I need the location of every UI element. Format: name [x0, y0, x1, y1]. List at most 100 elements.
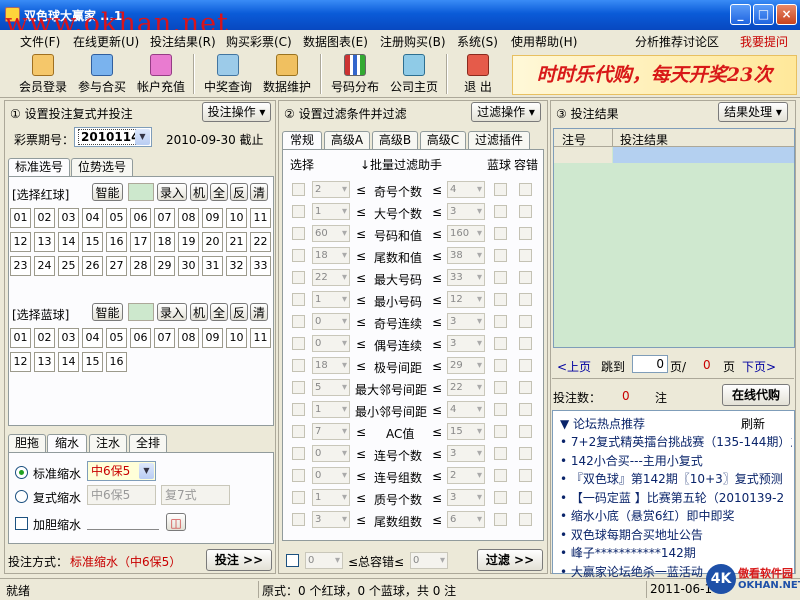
total-tolerance-min[interactable]: 0 — [305, 552, 343, 569]
menu-help[interactable]: 使用帮助(H) — [511, 33, 577, 50]
filter-blue-checkbox[interactable] — [494, 293, 507, 306]
blue-ball-10[interactable]: 10 — [226, 328, 247, 348]
red-enter-button[interactable]: 录入 — [157, 183, 187, 201]
filter-blue-checkbox[interactable] — [494, 381, 507, 394]
tab-advanced-a[interactable]: 高级A — [324, 131, 370, 149]
red-ball-18[interactable]: 18 — [154, 232, 175, 252]
filter-enable-checkbox[interactable] — [292, 403, 305, 416]
filter-min-select[interactable]: 1 — [312, 203, 350, 220]
page-input[interactable]: 0 — [632, 355, 668, 373]
filter-blue-checkbox[interactable] — [494, 469, 507, 482]
promo-banner[interactable]: 时时乐代购，每天开奖23次 — [512, 55, 797, 95]
multi-reduce-radio[interactable] — [15, 490, 28, 503]
filter-tolerance-checkbox[interactable] — [519, 403, 532, 416]
col-batch-helper[interactable]: ↓批量过滤助手 — [360, 156, 442, 173]
period-select[interactable]: 2010114 ▼ — [74, 127, 152, 147]
red-invert-button[interactable]: 反 — [230, 183, 248, 201]
results-table[interactable]: 注号 投注结果 — [553, 128, 795, 348]
filter-max-select[interactable]: 15 — [447, 423, 485, 440]
red-ball-20[interactable]: 20 — [202, 232, 223, 252]
filter-min-select[interactable]: 7 — [312, 423, 350, 440]
bold-reduce-checkbox[interactable] — [15, 517, 28, 530]
filter-max-select[interactable]: 3 — [447, 313, 485, 330]
filter-blue-checkbox[interactable] — [494, 491, 507, 504]
online-buy-button[interactable]: 在线代购 — [722, 384, 790, 406]
filter-blue-checkbox[interactable] — [494, 271, 507, 284]
red-ball-13[interactable]: 13 — [34, 232, 55, 252]
blue-ball-13[interactable]: 13 — [34, 352, 55, 372]
filter-tolerance-checkbox[interactable] — [519, 183, 532, 196]
red-ball-24[interactable]: 24 — [34, 256, 55, 276]
blue-ball-01[interactable]: 01 — [10, 328, 31, 348]
filter-blue-checkbox[interactable] — [494, 513, 507, 526]
filter-min-select[interactable]: 0 — [312, 467, 350, 484]
blue-ball-03[interactable]: 03 — [58, 328, 79, 348]
red-ball-08[interactable]: 08 — [178, 208, 199, 228]
minimize-button[interactable]: _ — [730, 4, 751, 25]
menu-update[interactable]: 在线更新(U) — [73, 33, 139, 50]
blue-ball-15[interactable]: 15 — [82, 352, 103, 372]
filter-enable-checkbox[interactable] — [292, 315, 305, 328]
total-tolerance-checkbox[interactable] — [286, 554, 299, 567]
red-ball-32[interactable]: 32 — [226, 256, 247, 276]
bet-operation-button[interactable]: 投注操作 ▾ — [202, 102, 271, 122]
filter-enable-checkbox[interactable] — [292, 381, 305, 394]
filter-tolerance-checkbox[interactable] — [519, 447, 532, 460]
red-smart-button[interactable]: 智能 — [92, 183, 123, 201]
next-page-link[interactable]: 下页> — [742, 358, 776, 375]
tab-position-select[interactable]: 位势选号 — [71, 158, 133, 176]
red-ball-03[interactable]: 03 — [58, 208, 79, 228]
filter-tolerance-checkbox[interactable] — [519, 469, 532, 482]
filter-max-select[interactable]: 22 — [447, 379, 485, 396]
filter-tolerance-checkbox[interactable] — [519, 271, 532, 284]
menu-file[interactable]: 文件(F) — [20, 33, 60, 50]
blue-ball-09[interactable]: 09 — [202, 328, 223, 348]
news-item[interactable]: • 【一码定蓝 】比赛第五轮（2010139-2 — [560, 489, 792, 506]
menu-forum-link[interactable]: 分析推荐讨论区 — [635, 33, 719, 50]
filter-enable-checkbox[interactable] — [292, 249, 305, 262]
red-ball-16[interactable]: 16 — [106, 232, 127, 252]
blue-ball-06[interactable]: 06 — [130, 328, 151, 348]
filter-min-select[interactable]: 1 — [312, 291, 350, 308]
menu-system[interactable]: 系统(S) — [457, 33, 498, 50]
maximize-button[interactable]: □ — [753, 4, 774, 25]
red-all-button[interactable]: 全 — [210, 183, 228, 201]
news-item[interactable]: • 峰子***********142期 — [560, 544, 792, 561]
red-ball-26[interactable]: 26 — [82, 256, 103, 276]
recharge-button[interactable]: 帐户充值 — [132, 52, 190, 96]
filter-enable-checkbox[interactable] — [292, 491, 305, 504]
red-ball-21[interactable]: 21 — [226, 232, 247, 252]
filter-blue-checkbox[interactable] — [494, 249, 507, 262]
blue-invert-button[interactable]: 反 — [230, 303, 248, 321]
filter-min-select[interactable]: 0 — [312, 335, 350, 352]
filter-max-select[interactable]: 38 — [447, 247, 485, 264]
filter-tolerance-checkbox[interactable] — [519, 425, 532, 438]
red-ball-11[interactable]: 11 — [250, 208, 271, 228]
number-distribution-button[interactable]: 号码分布 — [326, 52, 384, 96]
prize-check-button[interactable]: 中奖查询 — [199, 52, 257, 96]
menu-register[interactable]: 注册购买(B) — [380, 33, 446, 50]
prev-page-link[interactable]: <上页 — [557, 358, 591, 375]
blue-ball-04[interactable]: 04 — [82, 328, 103, 348]
multi-reduce-type-select[interactable]: 复7式 — [161, 485, 230, 505]
filter-enable-checkbox[interactable] — [292, 227, 305, 240]
news-item[interactable]: • 『双色球』第142期〖10+3〗复式预测 — [560, 470, 792, 487]
filter-tolerance-checkbox[interactable] — [519, 315, 532, 328]
filter-max-select[interactable]: 29 — [447, 357, 485, 374]
filter-enable-checkbox[interactable] — [292, 425, 305, 438]
filter-blue-checkbox[interactable] — [494, 315, 507, 328]
red-ball-12[interactable]: 12 — [10, 232, 31, 252]
exit-button[interactable]: 退 出 — [449, 52, 507, 96]
menu-ask-link[interactable]: 我要提问 — [740, 33, 788, 50]
red-ball-10[interactable]: 10 — [226, 208, 247, 228]
news-item[interactable]: • 双色球每期合买地址公告 — [560, 526, 792, 543]
tab-full-perm[interactable]: 全排 — [129, 434, 167, 452]
data-maintain-button[interactable]: 数据维护 — [258, 52, 316, 96]
run-filter-button[interactable]: 过滤 >> — [477, 549, 543, 571]
tab-reduce[interactable]: 缩水 — [47, 434, 87, 454]
blue-ball-11[interactable]: 11 — [250, 328, 271, 348]
filter-tolerance-checkbox[interactable] — [519, 513, 532, 526]
filter-min-select[interactable]: 3 — [312, 511, 350, 528]
filter-tolerance-checkbox[interactable] — [519, 205, 532, 218]
tab-general[interactable]: 常规 — [282, 131, 322, 151]
